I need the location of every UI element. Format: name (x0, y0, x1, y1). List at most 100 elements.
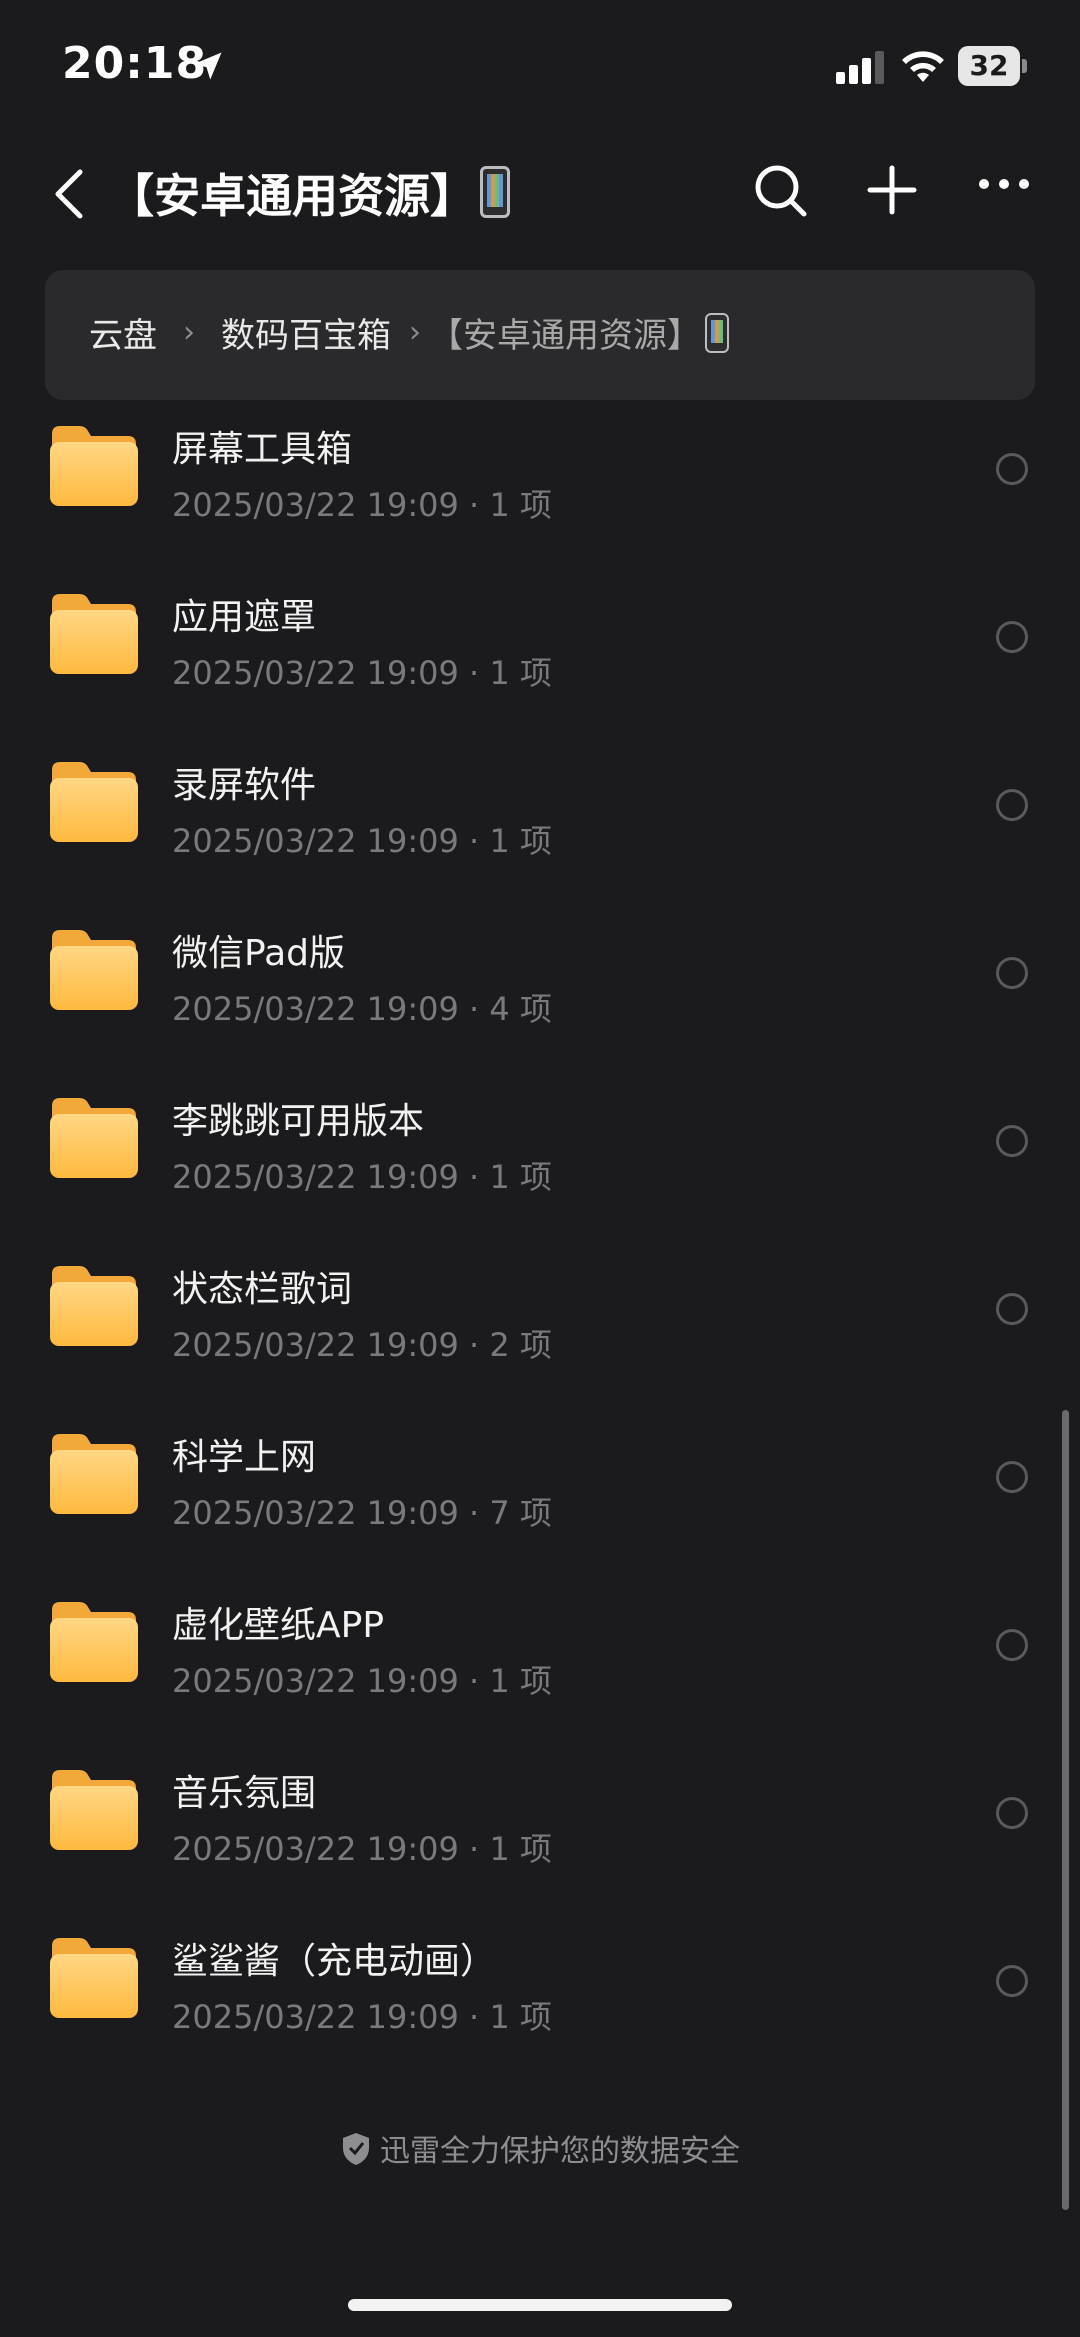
folder-item-count: 1 项 (489, 1998, 552, 2036)
chevron-right-icon: › (183, 315, 195, 350)
folder-name: 屏幕工具箱 (172, 429, 353, 470)
folder-item-count: 1 项 (489, 1158, 552, 1196)
folder-name: 音乐氛围 (172, 1773, 317, 1814)
separator-dot: · (458, 822, 490, 860)
scrollbar[interactable] (1062, 1410, 1069, 2210)
back-chevron-icon[interactable] (48, 168, 92, 220)
home-indicator[interactable] (348, 2299, 732, 2311)
folder-icon (50, 1938, 138, 2018)
folder-meta: 2025/03/22 19:09 · 1 项 (172, 1824, 552, 1870)
folder-row[interactable]: 科学上网 2025/03/22 19:09 · 7 项 (0, 1408, 1080, 1576)
select-circle[interactable] (996, 621, 1028, 653)
folder-item-count: 1 项 (489, 1662, 552, 1700)
chevron-right-icon: › (409, 315, 421, 350)
folder-date: 2025/03/22 19:09 (172, 486, 459, 524)
select-circle[interactable] (996, 1629, 1028, 1661)
select-circle[interactable] (996, 1293, 1028, 1325)
folder-meta: 2025/03/22 19:09 · 1 项 (172, 1656, 552, 1702)
separator-dot: · (458, 1326, 490, 1364)
folder-row[interactable]: 鲨鲨酱（充电动画） 2025/03/22 19:09 · 1 项 (0, 1912, 1080, 2080)
separator-dot: · (458, 486, 490, 524)
mobile-phone-icon (480, 166, 510, 218)
breadcrumb-current: 【安卓通用资源】 (429, 316, 701, 356)
select-circle[interactable] (996, 453, 1028, 485)
separator-dot: · (458, 1158, 490, 1196)
status-time: 20:18 (62, 38, 208, 89)
search-icon[interactable] (752, 162, 808, 218)
folder-meta: 2025/03/22 19:09 · 2 项 (172, 1320, 552, 1366)
breadcrumb-item-cloud[interactable]: 云盘 (89, 308, 157, 357)
folder-name: 微信Pad版 (172, 933, 346, 974)
folder-icon (50, 1434, 138, 1514)
folder-icon (50, 1770, 138, 1850)
folder-icon (50, 594, 138, 674)
folder-meta: 2025/03/22 19:09 · 7 项 (172, 1488, 552, 1534)
folder-meta: 2025/03/22 19:09 · 1 项 (172, 816, 552, 862)
folder-name: 李跳跳可用版本 (172, 1101, 425, 1142)
folder-date: 2025/03/22 19:09 (172, 990, 459, 1028)
page-title: 【安卓通用资源】 (108, 160, 510, 226)
separator-dot: · (458, 1662, 490, 1700)
folder-item-count: 1 项 (489, 1830, 552, 1868)
breadcrumb: 云盘 › 数码百宝箱 › 【安卓通用资源】 (45, 270, 1035, 400)
folder-row[interactable]: 屏幕工具箱 2025/03/22 19:09 · 1 项 (0, 400, 1080, 568)
folder-meta: 2025/03/22 19:09 · 1 项 (172, 480, 552, 526)
folder-icon (50, 426, 138, 506)
folder-date: 2025/03/22 19:09 (172, 1830, 459, 1868)
folder-icon (50, 1602, 138, 1682)
select-circle[interactable] (996, 957, 1028, 989)
mobile-phone-icon (705, 312, 729, 353)
folder-row[interactable]: 应用遮罩 2025/03/22 19:09 · 1 项 (0, 568, 1080, 736)
folder-item-count: 7 项 (489, 1494, 552, 1532)
security-note-text: 迅雷全力保护您的数据安全 (380, 2134, 740, 2169)
folder-name: 状态栏歌词 (172, 1269, 353, 1310)
separator-dot: · (458, 654, 490, 692)
cellular-signal-icon (836, 51, 884, 84)
folder-name: 鲨鲨酱（充电动画） (172, 1941, 497, 1982)
folder-item-count: 4 项 (489, 990, 552, 1028)
status-bar: 20:18 32 (0, 0, 1080, 140)
folder-date: 2025/03/22 19:09 (172, 1158, 459, 1196)
folder-icon (50, 1266, 138, 1346)
folder-name: 虚化壁纸APP (172, 1605, 385, 1646)
folder-name: 应用遮罩 (172, 597, 317, 638)
select-circle[interactable] (996, 1965, 1028, 1997)
folder-icon (50, 930, 138, 1010)
folder-icon (50, 1098, 138, 1178)
folder-row[interactable]: 虚化壁纸APP 2025/03/22 19:09 · 1 项 (0, 1576, 1080, 1744)
folder-item-count: 1 项 (489, 654, 552, 692)
folder-date: 2025/03/22 19:09 (172, 654, 459, 692)
select-circle[interactable] (996, 1461, 1028, 1493)
folder-row[interactable]: 音乐氛围 2025/03/22 19:09 · 1 项 (0, 1744, 1080, 1912)
shield-icon (343, 2133, 369, 2165)
folder-date: 2025/03/22 19:09 (172, 1998, 459, 2036)
folder-meta: 2025/03/22 19:09 · 1 项 (172, 1992, 552, 2038)
separator-dot: · (458, 990, 490, 1028)
breadcrumb-item-digital-toolbox[interactable]: 数码百宝箱 (221, 308, 391, 357)
folder-date: 2025/03/22 19:09 (172, 1662, 459, 1700)
battery-icon: 32 (958, 46, 1028, 86)
select-circle[interactable] (996, 789, 1028, 821)
folder-meta: 2025/03/22 19:09 · 4 项 (172, 984, 552, 1030)
select-circle[interactable] (996, 1797, 1028, 1829)
folder-name: 录屏软件 (172, 765, 317, 806)
more-dots-icon[interactable] (978, 174, 1030, 194)
folder-icon (50, 762, 138, 842)
battery-level: 32 (958, 46, 1020, 86)
nav-bar: 【安卓通用资源】 (0, 140, 1080, 240)
wifi-icon (902, 51, 944, 82)
security-note: 迅雷全力保护您的数据安全 (0, 2126, 1080, 2170)
select-circle[interactable] (996, 1125, 1028, 1157)
folder-date: 2025/03/22 19:09 (172, 822, 459, 860)
folder-row[interactable]: 李跳跳可用版本 2025/03/22 19:09 · 1 项 (0, 1072, 1080, 1240)
folder-item-count: 1 项 (489, 822, 552, 860)
file-list: 屏幕工具箱 2025/03/22 19:09 · 1 项应用遮罩 2025/03/2… (0, 400, 1080, 2100)
folder-row[interactable]: 微信Pad版 2025/03/22 19:09 · 4 项 (0, 904, 1080, 1072)
plus-icon[interactable] (866, 164, 918, 216)
folder-item-count: 2 项 (489, 1326, 552, 1364)
separator-dot: · (458, 1830, 490, 1868)
folder-row[interactable]: 录屏软件 2025/03/22 19:09 · 1 项 (0, 736, 1080, 904)
folder-row[interactable]: 状态栏歌词 2025/03/22 19:09 · 2 项 (0, 1240, 1080, 1408)
folder-date: 2025/03/22 19:09 (172, 1326, 459, 1364)
folder-meta: 2025/03/22 19:09 · 1 项 (172, 648, 552, 694)
